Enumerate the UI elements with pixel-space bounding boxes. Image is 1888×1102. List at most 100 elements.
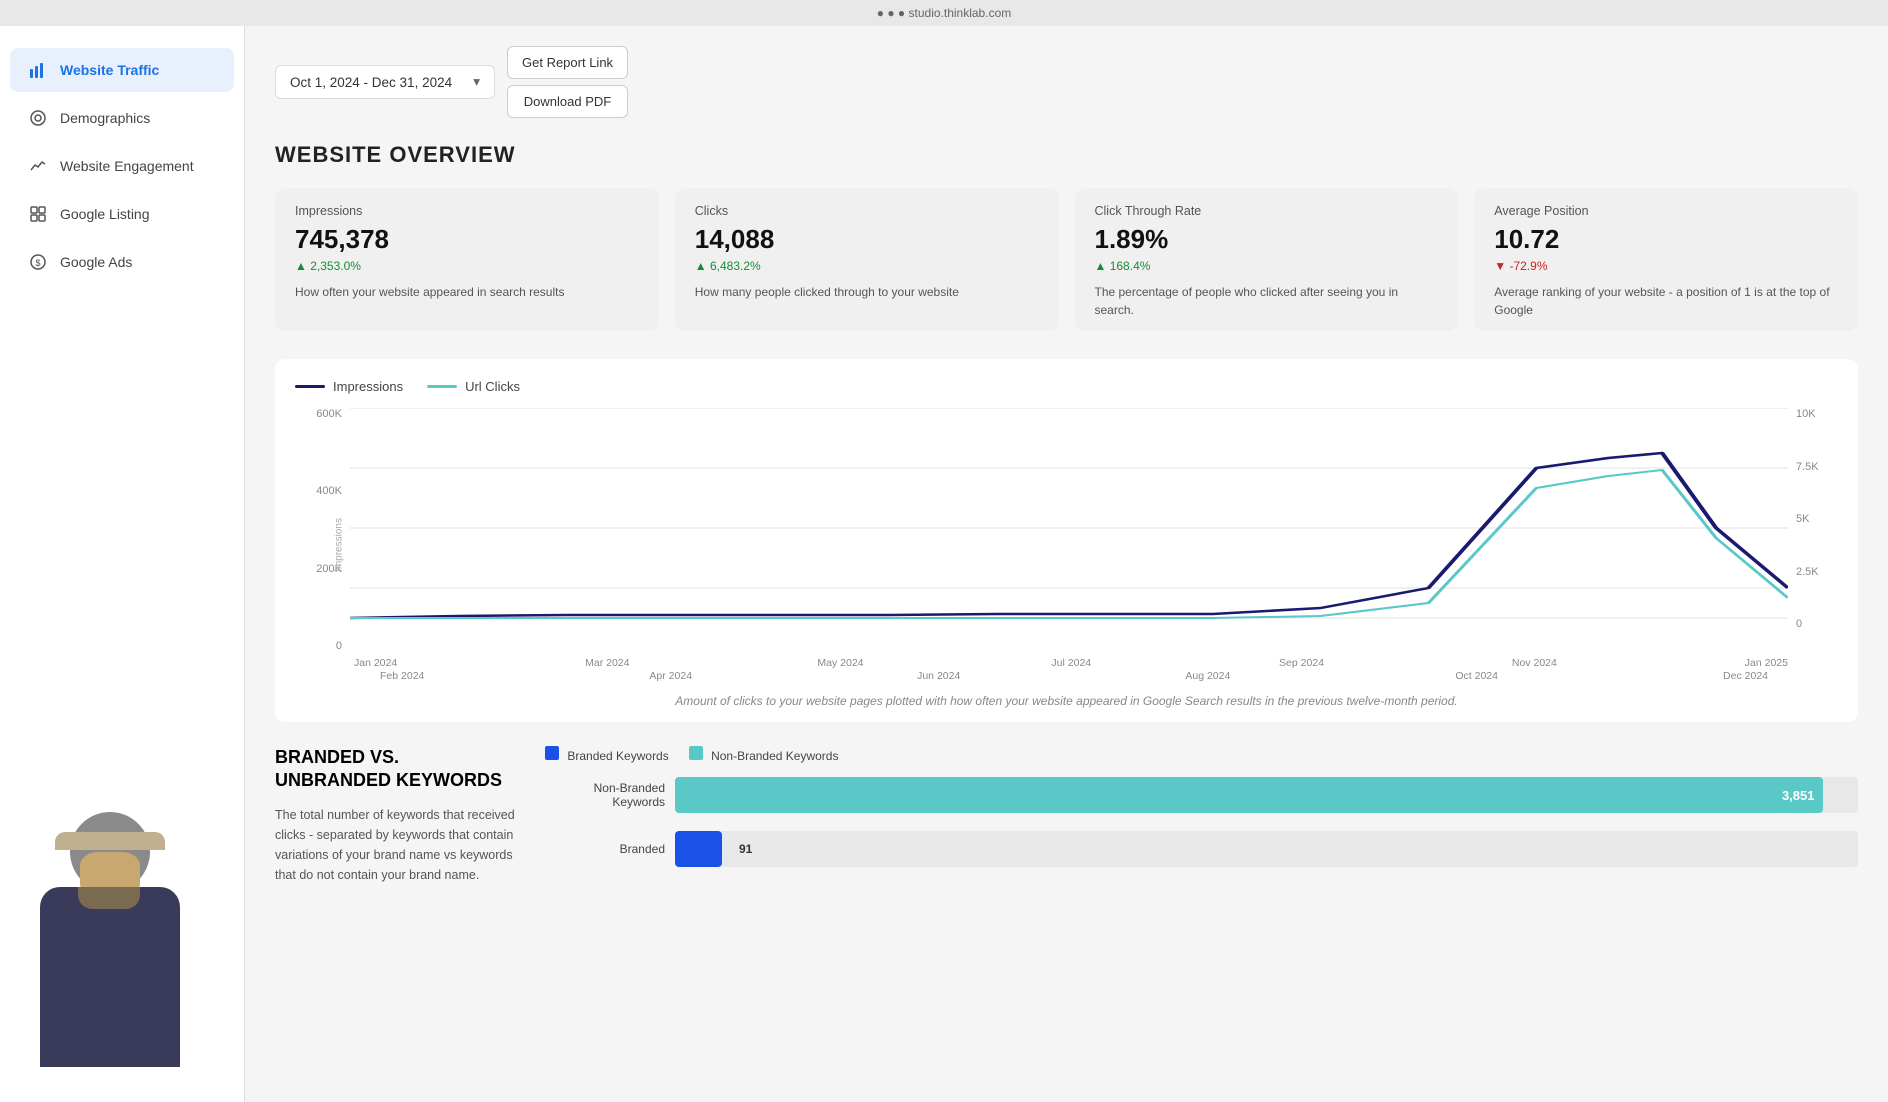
- sidebar-item-label: Google Listing: [60, 206, 150, 222]
- ctr-value: 1.89%: [1095, 224, 1439, 255]
- branded-bar-value: 91: [739, 842, 752, 856]
- x-label-apr24: Apr 2024: [649, 670, 692, 682]
- sidebar-item-label: Website Engagement: [60, 158, 194, 174]
- x-axis-top: Jan 2024 Mar 2024 May 2024 Jul 2024 Sep …: [350, 657, 1788, 669]
- chart-svg: [350, 408, 1788, 648]
- non-branded-legend-label: Non-Branded Keywords: [711, 749, 838, 763]
- y-tick-600k: 600K: [316, 408, 342, 420]
- sidebar-item-label: Website Traffic: [60, 62, 159, 78]
- x-label-aug24: Aug 2024: [1185, 670, 1230, 682]
- listing-icon: [28, 204, 48, 224]
- y-right-7-5k: 7.5K: [1796, 461, 1819, 473]
- x-label-dec24: Dec 2024: [1723, 670, 1768, 682]
- sidebar: Website Traffic Demographics Website Eng…: [0, 26, 245, 1102]
- sidebar-item-label: Google Ads: [60, 254, 132, 270]
- non-branded-bar-value: 3,851: [1782, 788, 1815, 803]
- branded-legend-label: Branded Keywords: [567, 749, 668, 763]
- non-branded-legend-box: [689, 746, 703, 760]
- impressions-chart-container: Impressions Url Clicks 600K 400K 200K 0 …: [275, 359, 1858, 722]
- url-clicks-legend: Url Clicks: [427, 379, 520, 394]
- demographics-icon: [28, 108, 48, 128]
- avg-position-desc: Average ranking of your website - a posi…: [1494, 283, 1838, 319]
- sidebar-item-website-engagement[interactable]: Website Engagement: [10, 144, 234, 188]
- branded-bars: Non-BrandedKeywords 3,851 Branded 91: [545, 777, 1858, 867]
- x-label-feb24: Feb 2024: [380, 670, 424, 682]
- ctr-label: Click Through Rate: [1095, 204, 1439, 218]
- impressions-change: ▲ 2,353.0%: [295, 259, 639, 273]
- chart-drawing-area: Impressions Jan 2024 M: [350, 408, 1788, 682]
- main-content: Oct 1, 2024 - Dec 31, 2024 ▾ Get Report …: [245, 26, 1888, 1102]
- date-range-picker[interactable]: Oct 1, 2024 - Dec 31, 2024 ▾: [275, 65, 495, 99]
- sidebar-item-google-ads[interactable]: $ Google Ads: [10, 240, 234, 284]
- x-axis-bottom: Feb 2024 Apr 2024 Jun 2024 Aug 2024 Oct …: [350, 670, 1788, 682]
- ads-icon: $: [28, 252, 48, 272]
- x-label-sep24: Sep 2024: [1279, 657, 1324, 669]
- clicks-label: Clicks: [695, 204, 1039, 218]
- avg-position-change: ▼ -72.9%: [1494, 259, 1838, 273]
- impressions-label: Impressions: [295, 204, 639, 218]
- sidebar-item-demographics[interactable]: Demographics: [10, 96, 234, 140]
- x-label-jan24: Jan 2024: [354, 657, 397, 669]
- get-report-link-button[interactable]: Get Report Link: [507, 46, 628, 79]
- stats-row: Impressions 745,378 ▲ 2,353.0% How often…: [275, 188, 1858, 331]
- y-tick-0: 0: [336, 640, 342, 652]
- impressions-legend-line: [295, 385, 325, 388]
- impressions-card: Impressions 745,378 ▲ 2,353.0% How often…: [275, 188, 659, 331]
- impressions-legend: Impressions: [295, 379, 403, 394]
- person-overlay: [0, 782, 244, 1102]
- non-branded-bar-track: 3,851: [675, 777, 1858, 813]
- header-bar: Oct 1, 2024 - Dec 31, 2024 ▾ Get Report …: [275, 46, 1858, 118]
- branded-chart-legend: Branded Keywords Non-Branded Keywords: [545, 746, 1858, 763]
- sidebar-item-google-listing[interactable]: Google Listing: [10, 192, 234, 236]
- branded-bar-label: Branded: [545, 842, 665, 856]
- page-title: WEBSITE OVERVIEW: [275, 142, 1858, 168]
- branded-bar-fill: 91: [675, 831, 722, 867]
- clicks-desc: How many people clicked through to your …: [695, 283, 1039, 301]
- download-pdf-button[interactable]: Download PDF: [507, 85, 628, 118]
- y-tick-400k: 400K: [316, 485, 342, 497]
- system-bar: ● ● ● studio.thinklab.com: [0, 0, 1888, 26]
- impressions-desc: How often your website appeared in searc…: [295, 283, 639, 301]
- url-clicks-legend-line: [427, 385, 457, 388]
- non-branded-legend-item: Non-Branded Keywords: [689, 746, 839, 763]
- y-axis-right: 10K 7.5K 5K 2.5K 0: [1788, 408, 1838, 682]
- non-branded-bar-row: Non-BrandedKeywords 3,851: [545, 777, 1858, 813]
- clicks-value: 14,088: [695, 224, 1039, 255]
- chart-with-axes: 600K 400K 200K 0 Impressions: [295, 408, 1838, 682]
- header-buttons: Get Report Link Download PDF: [507, 46, 628, 118]
- branded-legend-item: Branded Keywords: [545, 746, 669, 763]
- url-clicks-legend-label: Url Clicks: [465, 379, 520, 394]
- x-label-oct24: Oct 2024: [1455, 670, 1498, 682]
- branded-chart: Branded Keywords Non-Branded Keywords No…: [545, 746, 1858, 885]
- x-label-mar24: Mar 2024: [585, 657, 629, 669]
- ctr-card: Click Through Rate 1.89% ▲ 168.4% The pe…: [1075, 188, 1459, 331]
- branded-legend-box: [545, 746, 559, 760]
- branded-bar-track: 91: [675, 831, 1858, 867]
- avg-position-label: Average Position: [1494, 204, 1838, 218]
- sidebar-item-label: Demographics: [60, 110, 150, 126]
- impressions-value: 745,378: [295, 224, 639, 255]
- branded-bar-row: Branded 91: [545, 831, 1858, 867]
- svg-text:$: $: [35, 258, 40, 268]
- branded-text: The total number of keywords that receiv…: [275, 805, 515, 885]
- impressions-legend-label: Impressions: [333, 379, 403, 394]
- x-label-jan25: Jan 2025: [1745, 657, 1788, 669]
- x-label-nov24: Nov 2024: [1512, 657, 1557, 669]
- clicks-card: Clicks 14,088 ▲ 6,483.2% How many people…: [675, 188, 1059, 331]
- chart-icon: [28, 60, 48, 80]
- x-label-may24: May 2024: [817, 657, 863, 669]
- branded-description: BRANDED VS. UNBRANDED KEYWORDS The total…: [275, 746, 515, 885]
- non-branded-bar-label: Non-BrandedKeywords: [545, 781, 665, 809]
- y-axis-label: Impressions: [333, 518, 344, 572]
- y-right-0: 0: [1796, 618, 1802, 630]
- y-right-5k: 5K: [1796, 513, 1809, 525]
- ctr-change: ▲ 168.4%: [1095, 259, 1439, 273]
- sidebar-item-website-traffic[interactable]: Website Traffic: [10, 48, 234, 92]
- y-right-2-5k: 2.5K: [1796, 566, 1819, 578]
- avg-position-value: 10.72: [1494, 224, 1838, 255]
- y-right-10k: 10K: [1796, 408, 1816, 420]
- x-label-jun24: Jun 2024: [917, 670, 960, 682]
- non-branded-bar-fill: 3,851: [675, 777, 1823, 813]
- chart-legend: Impressions Url Clicks: [295, 379, 1838, 394]
- ctr-desc: The percentage of people who clicked aft…: [1095, 283, 1439, 319]
